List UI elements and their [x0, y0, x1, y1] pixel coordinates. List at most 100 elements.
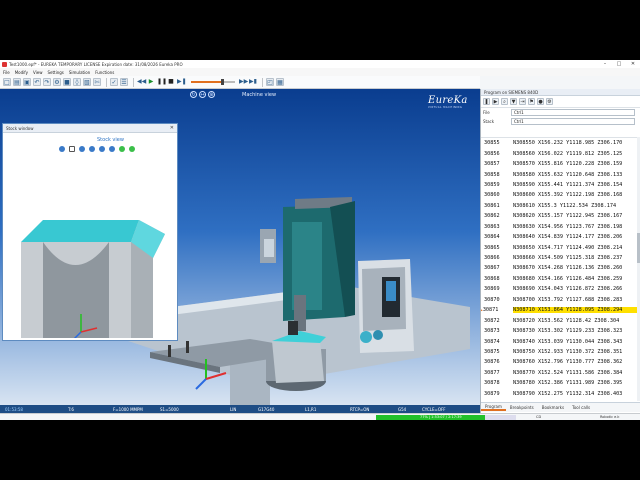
play-icon[interactable]: ▶	[147, 78, 155, 86]
line-code: N308680 X154.166 Y1126.484 Z308.259	[513, 275, 623, 282]
pan-view-icon[interactable]: ↔	[199, 91, 206, 98]
breakpoint-icon[interactable]: ●	[537, 98, 544, 105]
program-line[interactable]: 30863 N308630 X154.956 Y1123.767 Z308.198	[481, 222, 640, 232]
cut-icon[interactable]: ✄	[93, 78, 101, 86]
menu-view[interactable]: View	[33, 70, 43, 75]
program-line[interactable]: 30865 N308650 X154.717 Y1124.490 Z308.214	[481, 242, 640, 252]
rotate-view-icon[interactable]: ↻	[190, 91, 197, 98]
fast-forward-icon[interactable]: ▶▶	[239, 78, 248, 86]
program-line[interactable]: 30879 N308790 X152.275 Y1132.314 Z308.403	[481, 389, 640, 399]
settings-icon[interactable]: ⚙	[53, 78, 61, 86]
file-select[interactable]: Ctrl1	[511, 109, 635, 116]
stock-color-icon[interactable]	[119, 146, 125, 152]
close-icon[interactable]: ✕	[626, 60, 640, 68]
line-number: 30855	[484, 140, 500, 147]
tab-breakpoints[interactable]: Breakpoints	[506, 405, 538, 410]
line-code: N308590 X155.441 Y1121.374 Z308.154	[513, 181, 623, 188]
program-line[interactable]: 30878 N308780 X152.386 Y1131.989 Z308.395	[481, 378, 640, 388]
view-top-icon[interactable]	[79, 146, 85, 152]
program-line[interactable]: 30876 N308760 X152.796 Y1130.777 Z308.362	[481, 357, 640, 367]
program-line[interactable]: 30864 N308640 X154.839 Y1124.177 Z308.206	[481, 232, 640, 242]
program-line[interactable]: 30875 N308750 X152.933 Y1130.372 Z308.351	[481, 347, 640, 357]
bookmark-icon[interactable]: ⚑	[528, 98, 535, 105]
machine-viewport[interactable]: ↻ ↔ ⊕ Machine view EureKa VIRTUAL MACHIN…	[0, 89, 480, 405]
close-icon[interactable]: ✕	[170, 124, 174, 133]
search-icon[interactable]: ⌕	[501, 98, 508, 105]
stack-select[interactable]: Ctrl1	[511, 118, 635, 125]
undo-icon[interactable]: ↶	[33, 78, 41, 86]
view-fit-icon[interactable]: ◰	[266, 78, 274, 86]
menu-functions[interactable]: Functions	[95, 70, 114, 75]
view-box-icon[interactable]	[69, 146, 75, 152]
view-side-icon[interactable]	[89, 146, 95, 152]
speed-slider-knob[interactable]	[221, 79, 225, 85]
program-line[interactable]: 30866 N308660 X154.509 Y1125.318 Z308.237	[481, 253, 640, 263]
new-file-icon[interactable]: □	[3, 78, 11, 86]
stop-icon[interactable]: ■	[167, 78, 175, 86]
tab-program[interactable]: Program	[481, 404, 506, 411]
program-line[interactable]: 30872 N308720 X153.562 Y1128.42 Z308.304	[481, 315, 640, 325]
pause-icon[interactable]: ❚	[483, 98, 490, 105]
program-line[interactable]: 30855 N308550 X156.232 Y1118.985 Z306.170	[481, 138, 640, 148]
line-number: 30874	[484, 338, 500, 345]
view-front-icon[interactable]	[59, 146, 65, 152]
program-line[interactable]: 30877 N308770 X152.524 Y1131.586 Z308.384	[481, 368, 640, 378]
stock-compare-icon[interactable]	[129, 146, 135, 152]
tab-bookmarks[interactable]: Bookmarks	[538, 405, 568, 410]
filter-icon[interactable]: ▼	[510, 98, 517, 105]
program-line[interactable]: 30861 N308610 X155.3 Y1122.534 Z308.174	[481, 201, 640, 211]
layout-icon[interactable]: ▦	[276, 78, 284, 86]
clamp	[168, 345, 171, 357]
tab-tool-calls[interactable]: Tool calls	[568, 405, 594, 410]
redo-icon[interactable]: ↷	[43, 78, 51, 86]
line-code: N308660 X154.509 Y1125.318 Z308.237	[513, 255, 623, 262]
settings-icon[interactable]: ⚙	[546, 98, 553, 105]
menu-simulation[interactable]: Simulation	[69, 70, 90, 75]
maximize-icon[interactable]: □	[612, 60, 626, 68]
brand-subtitle: VIRTUAL MACHINING	[428, 106, 463, 109]
stock-window-title: Stock window	[6, 126, 34, 131]
step-icon[interactable]: ▶❚	[177, 78, 187, 86]
report-icon[interactable]: ☰	[120, 78, 128, 86]
stock-window-title-bar[interactable]: Stock window ✕	[3, 124, 177, 133]
program-line[interactable]: 30859 N308590 X155.441 Y1121.374 Z308.154	[481, 180, 640, 190]
program-line[interactable]: 30880N308800 X151.993 Y1133.12 Z308.427	[481, 399, 640, 401]
minimize-icon[interactable]: –	[598, 60, 612, 68]
step-icon[interactable]: ▶	[492, 98, 499, 105]
open-file-icon[interactable]: ▤	[13, 78, 21, 86]
view-section-icon[interactable]	[109, 146, 115, 152]
status-tool: T:6	[68, 407, 74, 412]
program-line[interactable]: 30869 N308690 X154.043 Y1126.872 Z308.266	[481, 284, 640, 294]
view-iso-icon[interactable]	[99, 146, 105, 152]
program-line[interactable]: 30870 N308700 X153.792 Y1127.688 Z308.283	[481, 295, 640, 305]
program-line[interactable]: 30868 N308680 X154.166 Y1126.484 Z308.259	[481, 274, 640, 284]
menu-modify[interactable]: Modify	[15, 70, 28, 75]
program-line[interactable]: 30862 N308620 X155.157 Y1122.945 Z308.167	[481, 211, 640, 221]
program-line[interactable]: 30867 N308670 X154.268 Y1126.136 Z308.260	[481, 263, 640, 273]
program-line[interactable]: 30874 N308740 X153.039 Y1130.044 Z308.343	[481, 336, 640, 346]
stock-window[interactable]: Stock window ✕ Stock view	[2, 123, 178, 341]
program-line[interactable]: 30856 N308560 X156.022 Y1119.812 Z305.125	[481, 148, 640, 158]
line-number: 30858	[484, 171, 500, 178]
status-gcode: G17G40	[258, 407, 275, 412]
stock-model	[21, 220, 165, 338]
menu-settings[interactable]: Settings	[47, 70, 63, 75]
pause-icon[interactable]: ❚❚	[157, 78, 167, 86]
program-line-current[interactable]: 30871N308710 X153.864 Y1128.095 Z308.294	[481, 305, 640, 315]
program-line[interactable]: 30860 N308600 X155.392 Y1122.198 Z308.168	[481, 190, 640, 200]
check-icon[interactable]: ✓	[110, 78, 118, 86]
machine-icon[interactable]: ■	[63, 78, 71, 86]
speed-slider[interactable]	[191, 79, 235, 85]
save-icon[interactable]: ▣	[23, 78, 31, 86]
program-line[interactable]: 30858 N308580 X155.632 Y1120.648 Z308.133	[481, 169, 640, 179]
goto-line-icon[interactable]: ⇥	[519, 98, 526, 105]
program-line[interactable]: 30857 N308570 X155.816 Y1120.228 Z308.159	[481, 159, 640, 169]
stock-icon[interactable]: ▧	[83, 78, 91, 86]
menu-file[interactable]: File	[3, 70, 10, 75]
program-line[interactable]: 30873 N308730 X153.302 Y1129.233 Z308.323	[481, 326, 640, 336]
zoom-view-icon[interactable]: ⊕	[208, 91, 215, 98]
tool-icon[interactable]: ◊	[73, 78, 81, 86]
rewind-icon[interactable]: ◀◀	[137, 78, 146, 86]
program-listing[interactable]: 30855 N308550 X156.232 Y1118.985 Z306.170…	[481, 137, 640, 401]
end-icon[interactable]: ▶▮	[249, 78, 257, 86]
